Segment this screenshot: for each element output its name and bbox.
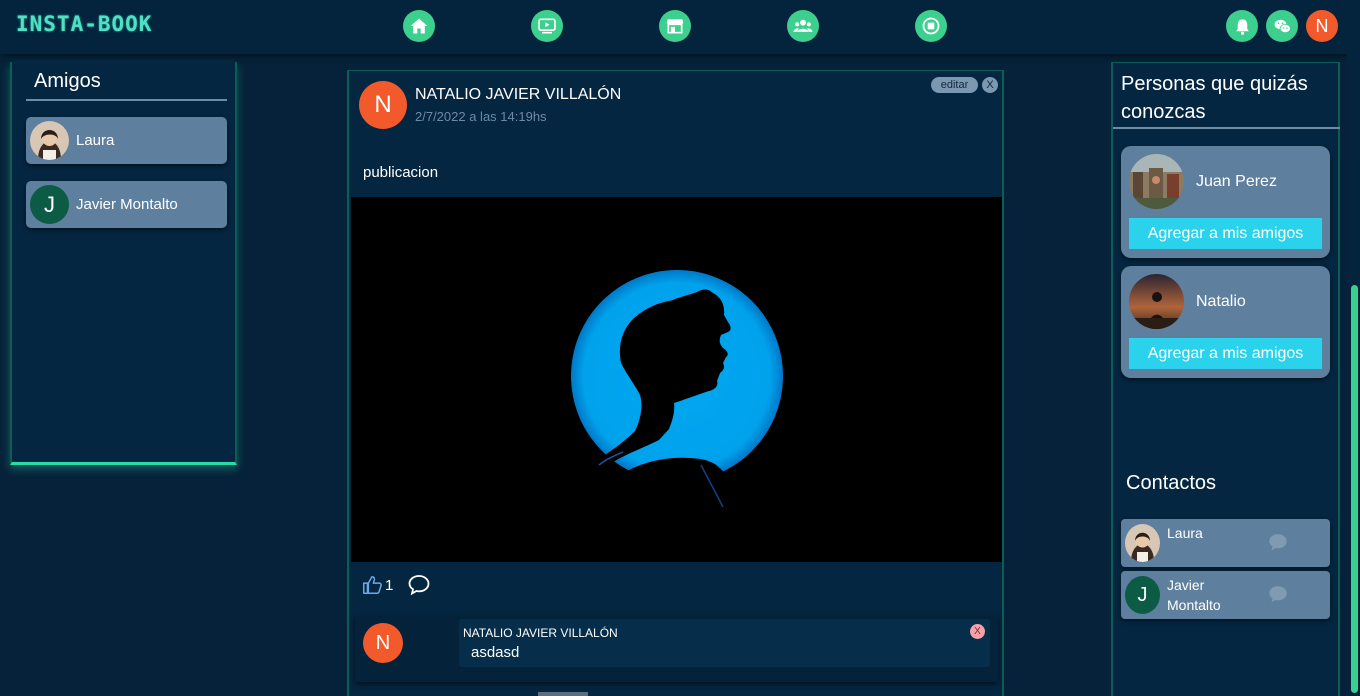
delete-post-button[interactable]: X (982, 77, 998, 93)
contact-item[interactable]: J Javier Montalto (1121, 571, 1330, 619)
edit-post-button[interactable]: editar (931, 77, 978, 93)
avatar: J (1125, 576, 1160, 614)
friend-item[interactable]: Laura (26, 117, 227, 164)
divider (1113, 127, 1340, 129)
post-text: publicacion (363, 164, 439, 181)
comment-text: asdasd (471, 644, 520, 661)
post-author-avatar[interactable]: N (359, 81, 407, 129)
comment-author-avatar[interactable]: N (363, 623, 403, 663)
avatar[interactable] (1129, 154, 1184, 209)
suggestion-name: Juan Perez (1196, 173, 1277, 190)
suggestions-panel: Personas que quizás conozcas Juan Perez … (1111, 62, 1340, 696)
nav-store-button[interactable] (659, 10, 691, 42)
bell-icon (1235, 18, 1249, 35)
contact-name: Laura (1167, 525, 1203, 541)
post-image[interactable] (351, 197, 1002, 562)
contact-item[interactable]: Laura (1121, 519, 1330, 567)
messages-button[interactable] (1266, 10, 1298, 42)
contacts-title: Contactos (1126, 472, 1217, 494)
comment-button[interactable] (407, 574, 431, 601)
post-date: 2/7/2022 a las 14:19hs (415, 109, 547, 124)
post-card: N NATALIO JAVIER VILLALÓN 2/7/2022 a las… (347, 70, 1004, 696)
avatar (1125, 524, 1160, 562)
friend-item[interactable]: J Javier Montalto (26, 181, 227, 228)
thumbs-up-icon (363, 576, 382, 594)
avatar[interactable] (1129, 274, 1184, 329)
avatar: J (30, 185, 69, 224)
top-bar: INSTA-BOOK N (0, 0, 1360, 54)
suggestion-card: Natalio Agregar a mis amigos (1121, 266, 1330, 378)
comment-author-name[interactable]: NATALIO JAVIER VILLALÓN (463, 626, 618, 640)
friends-panel: Amigos Laura J Javier Montalto (10, 62, 237, 465)
video-icon (538, 18, 556, 34)
app-logo[interactable]: INSTA-BOOK (16, 12, 152, 36)
user-avatar[interactable]: N (1306, 10, 1338, 42)
nav-home-button[interactable] (403, 10, 435, 42)
scrollbar-thumb[interactable] (1351, 285, 1358, 693)
post-author-name[interactable]: NATALIO JAVIER VILLALÓN (415, 86, 621, 104)
like-count: 1 (385, 576, 394, 594)
comment-body: NATALIO JAVIER VILLALÓN asdasd X (459, 619, 990, 667)
avatar (30, 121, 69, 160)
contact-name-last: Montalto (1167, 597, 1221, 613)
add-friend-button[interactable]: Agregar a mis amigos (1129, 338, 1322, 369)
apps-icon (922, 17, 940, 35)
friend-name: Laura (76, 132, 115, 149)
comment-icon (408, 575, 430, 596)
suggestion-name: Natalio (1196, 293, 1246, 310)
chat-icon[interactable] (1267, 584, 1289, 610)
nav-groups-button[interactable] (787, 10, 819, 42)
store-icon (666, 19, 684, 34)
friend-name: Javier Montalto (76, 196, 178, 213)
notifications-button[interactable] (1226, 10, 1258, 42)
suggestion-card: Juan Perez Agregar a mis amigos (1121, 146, 1330, 258)
suggestions-title: Personas que quizás conozcas (1121, 73, 1308, 123)
like-button[interactable]: 1 (361, 574, 393, 596)
add-friend-button[interactable]: Agregar a mis amigos (1129, 218, 1322, 249)
contact-name-first: Javier (1167, 577, 1205, 593)
bottom-indicator (538, 692, 588, 696)
home-icon (410, 18, 428, 34)
friends-title: Amigos (34, 70, 101, 92)
divider (26, 99, 227, 101)
groups-icon (793, 19, 813, 32)
chat-icon[interactable] (1267, 532, 1289, 558)
nav-video-button[interactable] (531, 10, 563, 42)
wechat-icon (1274, 19, 1291, 33)
delete-comment-button[interactable]: X (970, 624, 985, 639)
nav-apps-button[interactable] (915, 10, 947, 42)
comment-item: N NATALIO JAVIER VILLALÓN asdasd X (355, 616, 998, 682)
